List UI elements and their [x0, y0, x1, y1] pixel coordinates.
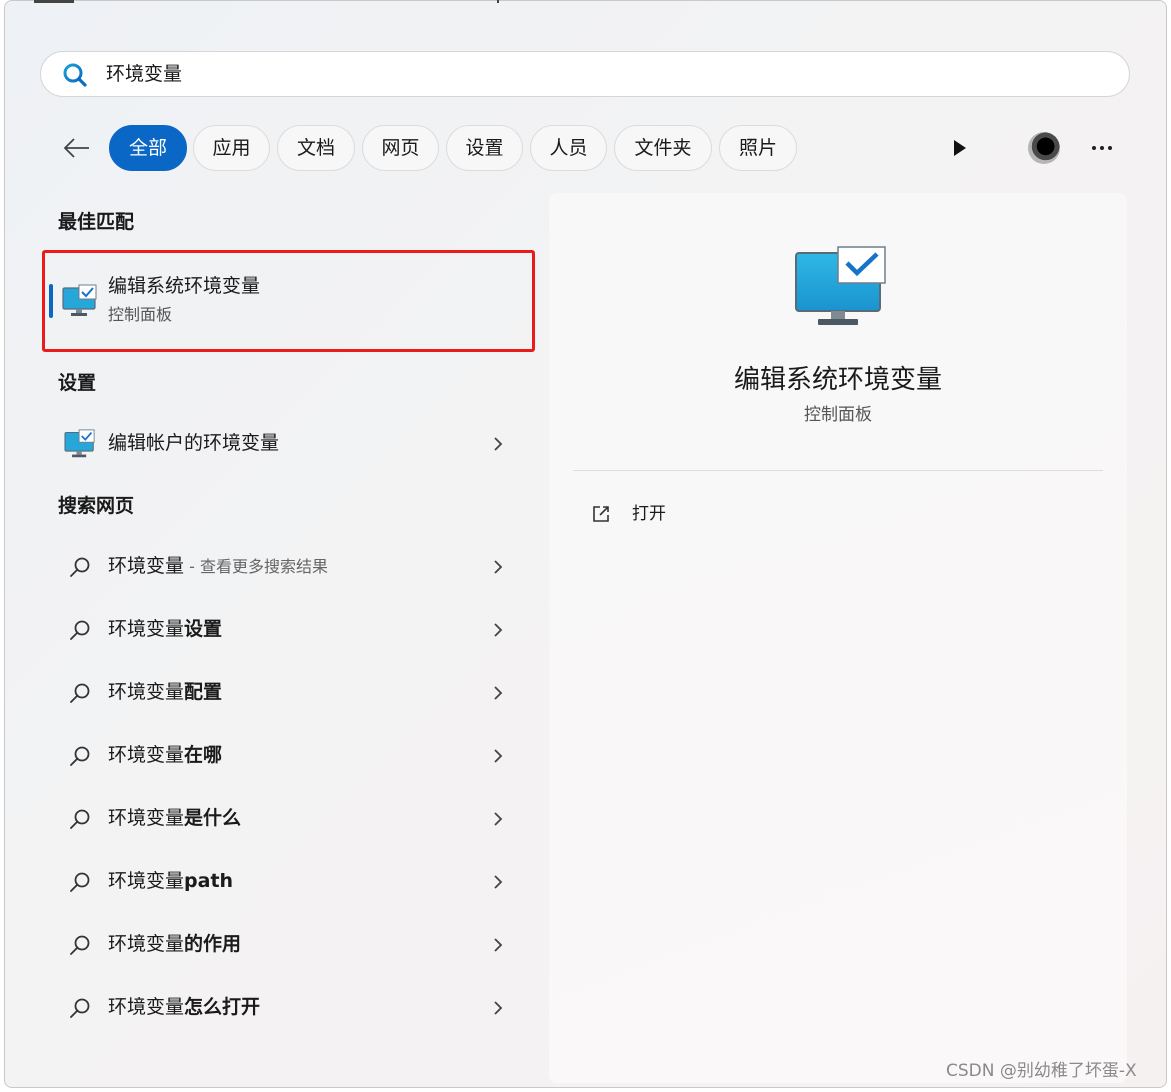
- search-icon: [70, 998, 90, 1018]
- monitor-check-icon: [795, 246, 886, 325]
- chevron-right-icon: [494, 437, 503, 451]
- filter-tab-folders[interactable]: 文件夹: [614, 125, 712, 171]
- preview-divider: [573, 470, 1103, 471]
- monitor-check-icon: [62, 284, 97, 316]
- web-result-suggestion: 在哪: [184, 744, 223, 766]
- web-result-more-hint: - 查看更多搜索结果: [184, 557, 328, 576]
- filter-tab-web[interactable]: 网页: [362, 125, 439, 171]
- web-result-query: 环境变量: [108, 555, 185, 577]
- web-result-suggestion: 是什么: [184, 807, 242, 829]
- open-external-icon[interactable]: [591, 504, 611, 524]
- chevron-right-icon: [494, 686, 503, 700]
- search-icon: [70, 809, 90, 829]
- web-result-item[interactable]: 环境变量是什么: [50, 792, 530, 846]
- web-result-item[interactable]: 环境变量怎么打开: [50, 981, 530, 1035]
- web-result-query: 环境变量: [108, 744, 185, 766]
- web-result-query: 环境变量: [108, 996, 185, 1018]
- watermark: CSDN @别幼稚了坏蛋-X: [946, 1061, 1137, 1081]
- web-result-item[interactable]: 环境变量的作用: [50, 918, 530, 972]
- search-icon: [63, 63, 87, 87]
- avatar[interactable]: [1028, 132, 1060, 164]
- search-icon: [70, 746, 90, 766]
- search-icon: [70, 935, 90, 955]
- selection-indicator: [49, 284, 53, 318]
- play-icon[interactable]: [951, 138, 969, 158]
- filter-tab-settings[interactable]: 设置: [446, 125, 523, 171]
- web-result-query: 环境变量: [108, 870, 185, 892]
- chevron-right-icon: [494, 1001, 503, 1015]
- web-result-item[interactable]: 环境变量在哪: [50, 729, 530, 783]
- web-result-query: 环境变量: [108, 807, 185, 829]
- best-match-category: 控制面板: [108, 305, 173, 324]
- monitor-check-icon: [64, 429, 95, 458]
- section-title-best-match: 最佳匹配: [58, 211, 135, 233]
- web-result-item[interactable]: 环境变量设置: [50, 603, 530, 657]
- settings-result-label: 编辑帐户的环境变量: [108, 432, 280, 454]
- web-result-query: 环境变量: [108, 933, 185, 955]
- chevron-right-icon: [494, 938, 503, 952]
- background-window-edge: [497, 0, 499, 3]
- back-arrow-icon[interactable]: [62, 133, 92, 163]
- web-result-suggestion: 配置: [184, 681, 223, 703]
- chevron-right-icon: [494, 623, 503, 637]
- web-result-item[interactable]: 环境变量 - 查看更多搜索结果: [50, 540, 530, 594]
- best-match-result[interactable]: [42, 250, 535, 352]
- search-icon: [70, 872, 90, 892]
- background-window-edge: [34, 0, 74, 3]
- section-title-settings: 设置: [58, 372, 97, 394]
- web-result-suggestion: 设置: [184, 618, 223, 640]
- web-result-item[interactable]: 环境变量path: [50, 855, 530, 909]
- preview-title: 编辑系统环境变量: [733, 365, 942, 395]
- search-icon: [70, 620, 90, 640]
- chevron-right-icon: [494, 749, 503, 763]
- web-result-suggestion: 怎么打开: [184, 996, 261, 1018]
- chevron-right-icon: [494, 875, 503, 889]
- open-action[interactable]: 打开: [632, 502, 666, 526]
- search-query-text[interactable]: 环境变量: [106, 61, 182, 87]
- web-result-suggestion: path: [184, 870, 234, 892]
- search-icon: [70, 557, 90, 577]
- filter-tab-photos[interactable]: 照片: [719, 125, 797, 171]
- search-input[interactable]: [40, 51, 1130, 97]
- chevron-right-icon: [494, 560, 503, 574]
- search-icon: [70, 683, 90, 703]
- best-match-title: 编辑系统环境变量: [108, 275, 261, 297]
- section-title-web: 搜索网页: [58, 495, 135, 517]
- chevron-right-icon: [494, 812, 503, 826]
- settings-result-item[interactable]: 编辑帐户的环境变量: [50, 417, 530, 471]
- web-result-query: 环境变量: [108, 618, 185, 640]
- filter-tab-all[interactable]: 全部: [109, 125, 187, 171]
- web-result-item[interactable]: 环境变量配置: [50, 666, 530, 720]
- filter-tab-apps[interactable]: 应用: [193, 125, 270, 171]
- web-result-query: 环境变量: [108, 681, 185, 703]
- filter-tab-people[interactable]: 人员: [530, 125, 607, 171]
- more-options-icon[interactable]: [1090, 138, 1114, 158]
- web-result-suggestion: 的作用: [184, 933, 242, 955]
- preview-subtitle: 控制面板: [804, 405, 872, 425]
- filter-tab-documents[interactable]: 文档: [277, 125, 355, 171]
